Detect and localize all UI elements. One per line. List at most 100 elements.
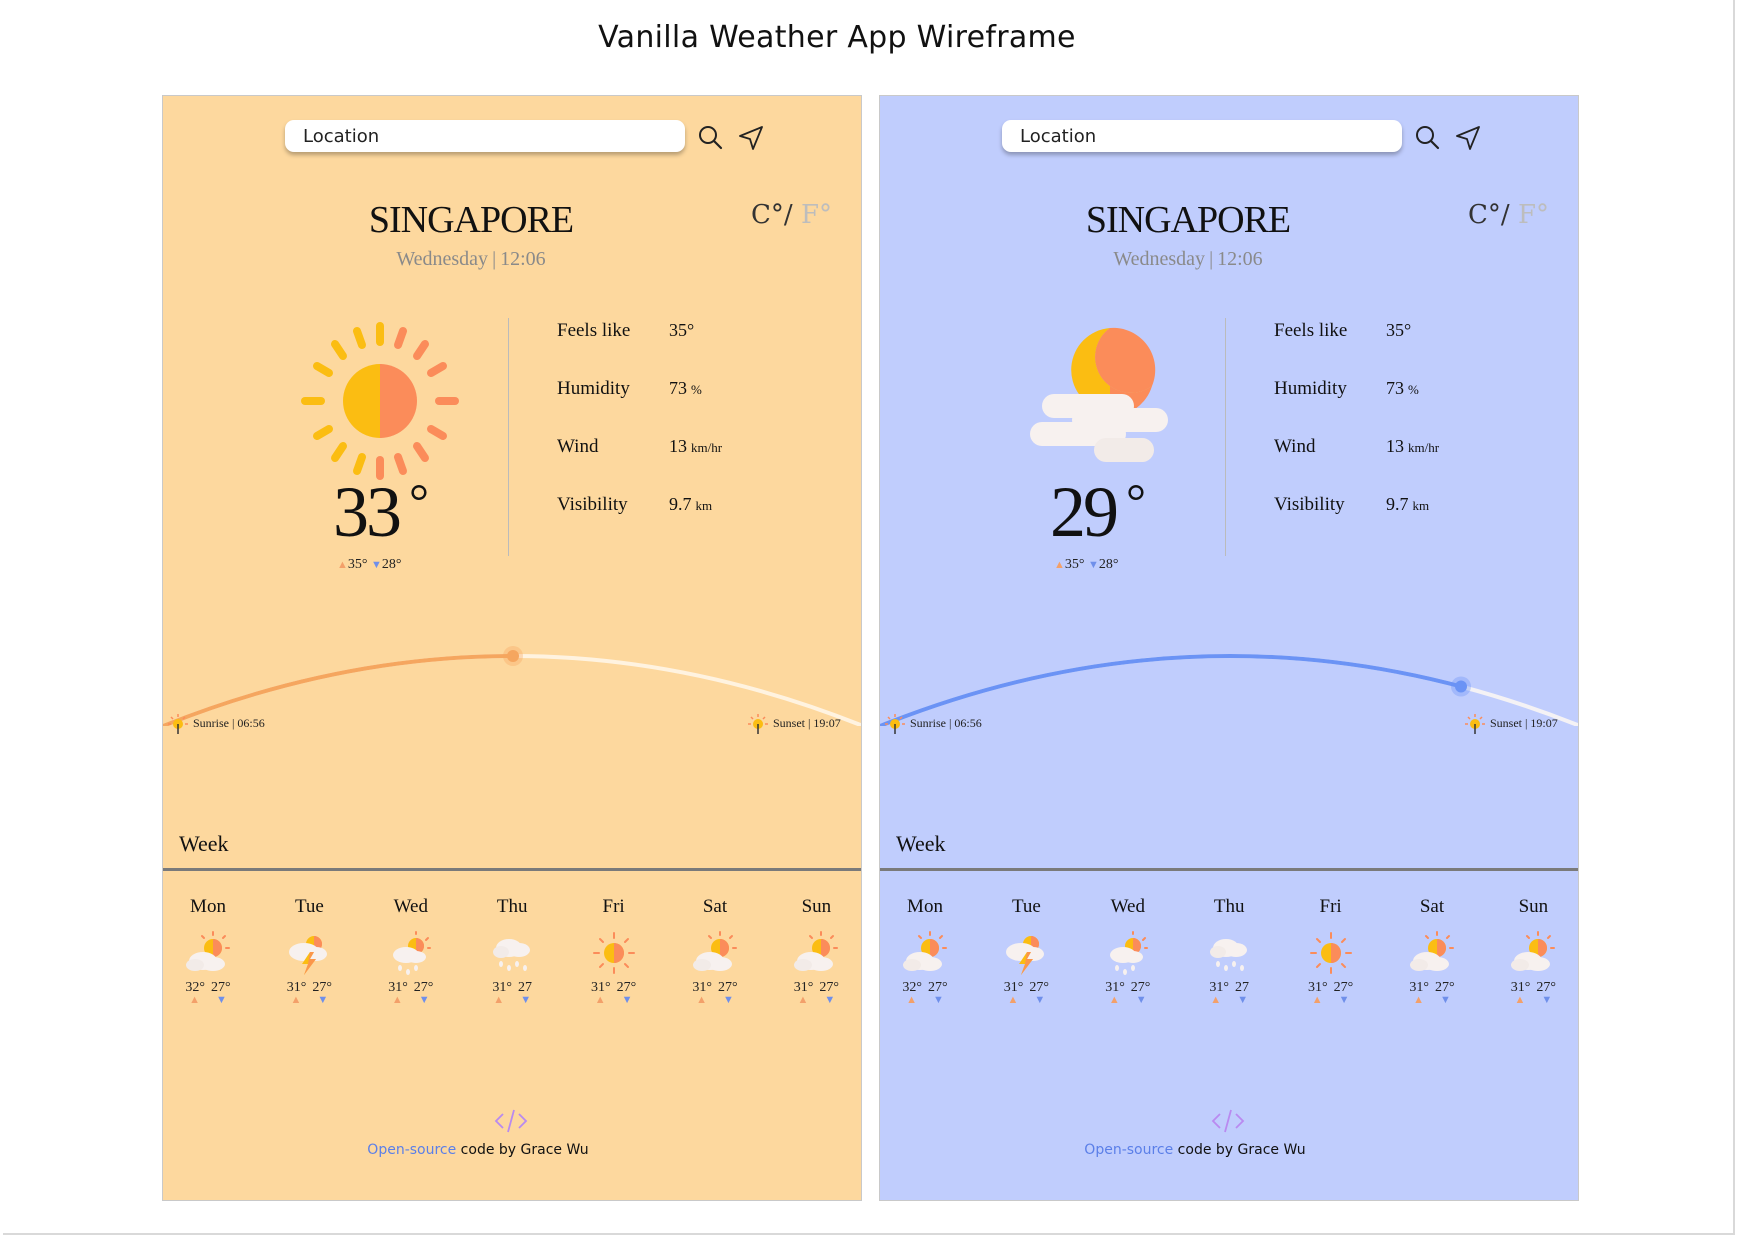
forecast-low: 27 xyxy=(517,980,532,995)
detail-value: 9.7 km xyxy=(1386,494,1429,515)
low-arrow-icon: ▼ xyxy=(1338,994,1350,1006)
open-source-link[interactable]: Open-source xyxy=(367,1142,456,1158)
forecast-low: 27° xyxy=(1333,980,1354,995)
sunrise: Sunrise | 06:56 xyxy=(884,713,982,735)
forecast-day: Thu 31° 27 ▲ ▼ xyxy=(1189,896,1269,1006)
forecast-low: 27° xyxy=(1130,980,1151,995)
sun-position-marker xyxy=(1455,680,1467,693)
week-divider xyxy=(163,868,861,871)
celsius-toggle[interactable]: C° xyxy=(1468,200,1501,230)
low-arrow-icon: ▼ xyxy=(621,994,633,1006)
value: 73 xyxy=(669,378,687,398)
forecast-high: 31° xyxy=(286,980,307,995)
location-arrow-icon[interactable] xyxy=(1454,124,1482,152)
forecast-low: 27° xyxy=(928,980,948,995)
forecast-high: 31° xyxy=(590,980,611,995)
forecast-low: 27° xyxy=(819,980,839,995)
detail-humidity: Humidity 73% xyxy=(1274,378,1534,408)
sun-path-arc xyxy=(880,654,1578,726)
forecast-day-name: Tue xyxy=(294,896,324,917)
forecast-day-name: Sun xyxy=(801,896,832,917)
current-temperature: 29 ° xyxy=(1050,476,1146,548)
code-icon xyxy=(494,1109,528,1133)
high-arrow-icon: ▲ xyxy=(391,994,403,1006)
forecast-arrows: ▲ ▼ xyxy=(776,994,856,1006)
forecast-low: 27° xyxy=(312,980,332,995)
low-arrow-icon: ▼ xyxy=(824,994,836,1006)
sunset-text: Sunset | 19:07 xyxy=(773,715,841,730)
credit-text: code by Grace Wu xyxy=(456,1142,589,1158)
forecast-day-name: Fri xyxy=(1319,896,1342,917)
detail-label: Wind xyxy=(557,436,599,457)
detail-value: 35° xyxy=(669,320,698,341)
thunder-icon xyxy=(1006,936,1045,975)
city-name: SINGAPORE xyxy=(1085,199,1291,241)
search-icon[interactable] xyxy=(696,124,724,152)
sunrise: Sunrise | 06:56 xyxy=(167,713,265,735)
low-arrow-icon: ▼ xyxy=(723,994,734,1006)
unit-toggle: C°/ F° xyxy=(751,200,832,230)
forecast-day: Sat 31° 27° ▲ ▼ xyxy=(1392,896,1472,1006)
rain-sun-icon xyxy=(392,931,431,975)
location-arrow-icon[interactable] xyxy=(737,124,765,152)
forecast-high: 31° xyxy=(388,980,408,995)
fahrenheit-toggle[interactable]: F° xyxy=(1518,200,1549,230)
open-source-link[interactable]: Open-source xyxy=(1084,1142,1173,1158)
forecast-low: 27° xyxy=(1536,980,1556,995)
low-arrow-icon: ▼ xyxy=(1237,994,1249,1006)
high-temp: 35° xyxy=(1064,557,1085,572)
sunrise-text: Sunrise | 06:56 xyxy=(910,715,982,730)
forecast-high: 31° xyxy=(1105,980,1125,995)
celsius-toggle[interactable]: C° xyxy=(751,200,784,230)
partly-cloudy-icon xyxy=(693,931,737,971)
unit-toggle: C°/ F° xyxy=(1468,200,1549,230)
sun-path-arc xyxy=(163,646,861,726)
fahrenheit-toggle[interactable]: F° xyxy=(801,200,832,230)
partly-cloudy-icon xyxy=(903,931,947,971)
high-temp: 35° xyxy=(347,557,368,572)
unit: km xyxy=(1412,498,1430,513)
forecast-day: Sun 31° 27° ▲ ▼ xyxy=(1493,896,1573,1006)
unit: km xyxy=(695,498,713,513)
detail-label: Humidity xyxy=(557,378,630,399)
detail-wind: Wind 13 km/hr xyxy=(557,436,817,466)
rain-cloud-icon xyxy=(493,939,531,971)
credit: Open-source code by Grace Wu xyxy=(163,1142,793,1158)
low-arrow-icon: ▼ xyxy=(1541,994,1553,1006)
sunset: Sunset | 19:07 xyxy=(747,713,841,735)
unit: km/hr xyxy=(1408,440,1440,455)
forecast-high: 32° xyxy=(185,980,205,995)
sunset-text: Sunset | 19:07 xyxy=(1490,715,1558,730)
forecast-day: Wed 31° 27° ▲ ▼ xyxy=(1088,896,1168,1006)
location-search-input[interactable] xyxy=(1002,120,1402,152)
rain-sun-icon xyxy=(1109,931,1148,975)
high-arrow-icon: ▲ xyxy=(1108,994,1120,1006)
high-low: ▲35° ▼28° xyxy=(337,557,402,573)
forecast-day: Sun 31° 27° ▲ ▼ xyxy=(776,896,856,1006)
thunder-icon xyxy=(289,936,328,975)
forecast-arrows: ▲ ▼ xyxy=(574,994,654,1006)
forecast-day-name: Sat xyxy=(702,896,728,917)
detail-humidity: Humidity 73% xyxy=(557,378,817,408)
divider xyxy=(508,318,509,556)
credit-text: code by Grace Wu xyxy=(1173,1142,1306,1158)
forecast-day-name: Sat xyxy=(1419,896,1445,917)
weather-panel-day: SINGAPORE Wednesday|12:06 C°/ F° xyxy=(162,95,862,1201)
forecast-arrows: ▲ ▼ xyxy=(986,994,1066,1006)
detail-feels-like: Feels like 35° xyxy=(557,320,817,350)
value: 13 xyxy=(1386,436,1404,456)
date-time: Wednesday | 12:06 xyxy=(163,248,779,271)
code-icon xyxy=(1211,1109,1245,1133)
forecast-high: 32° xyxy=(902,980,922,995)
sunset: Sunset | 19:07 xyxy=(1464,713,1558,735)
value: 35° xyxy=(669,320,695,340)
degree-symbol: ° xyxy=(409,473,429,529)
date-separator: | xyxy=(1209,248,1214,270)
search-icon[interactable] xyxy=(1413,124,1441,152)
high-low: ▲35° ▼28° xyxy=(1054,557,1119,573)
low-arrow-icon: ▼ xyxy=(317,994,329,1006)
temperature-value: 33 xyxy=(333,472,402,552)
week-title: Week xyxy=(896,831,946,856)
location-search-input[interactable] xyxy=(285,120,685,152)
forecast-day: Mon 32° 27° ▲ ▼ xyxy=(885,896,965,1006)
